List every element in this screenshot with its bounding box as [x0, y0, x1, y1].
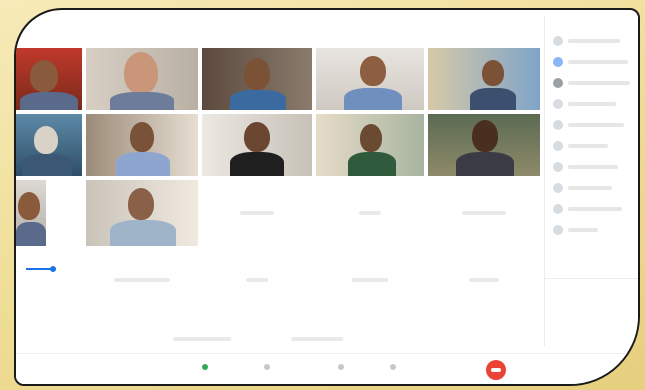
- participant-list-item[interactable]: [545, 219, 638, 240]
- participants-panel-header: [545, 16, 638, 30]
- participant-list-item[interactable]: [545, 135, 638, 156]
- participant-video-tile[interactable]: [202, 114, 312, 176]
- participant-video-tile[interactable]: [428, 48, 540, 110]
- participant-list-item[interactable]: [545, 72, 638, 93]
- participant-name-tile[interactable]: [86, 250, 198, 310]
- participant-video-tile[interactable]: [16, 48, 82, 110]
- participant-name-tile[interactable]: [428, 180, 540, 246]
- avatar: [553, 203, 563, 214]
- participant-video-tile[interactable]: [86, 48, 198, 110]
- meeting-window: [14, 8, 640, 386]
- meeting-controls-bar: [16, 353, 638, 384]
- volume-slider-knob[interactable]: [50, 266, 56, 272]
- participant-list-item[interactable]: [545, 51, 638, 72]
- participant-list-item[interactable]: [545, 114, 638, 135]
- captions-icon: [338, 364, 344, 370]
- participant-video-tile[interactable]: [428, 114, 540, 176]
- participant-name-tile[interactable]: [202, 180, 312, 246]
- participant-video-tile[interactable]: [316, 48, 424, 110]
- avatar: [553, 35, 563, 46]
- mic-button[interactable]: [202, 364, 212, 370]
- participant-list-item[interactable]: [545, 156, 638, 177]
- participant-video-tile[interactable]: [86, 114, 198, 176]
- participant-name-tile[interactable]: [316, 250, 424, 310]
- participant-name-tile[interactable]: [428, 250, 540, 310]
- participant-name-tile[interactable]: [202, 250, 312, 310]
- present-button[interactable]: [390, 364, 400, 370]
- avatar: [553, 119, 563, 130]
- camera-button[interactable]: [264, 364, 274, 370]
- participant-video-tile[interactable]: [316, 114, 424, 176]
- participant-video-tile[interactable]: [16, 114, 82, 176]
- participant-video-tile[interactable]: [86, 180, 198, 246]
- avatar: [553, 77, 563, 88]
- volume-slider[interactable]: [26, 266, 56, 272]
- participant-list-item[interactable]: [545, 198, 638, 219]
- participant-list-item[interactable]: [545, 177, 638, 198]
- avatar: [553, 140, 563, 151]
- camera-icon: [264, 364, 270, 370]
- avatar: [553, 56, 563, 67]
- avatar: [553, 224, 563, 235]
- avatar: [553, 98, 563, 109]
- end-call-button[interactable]: [486, 360, 506, 380]
- participant-name-tile[interactable]: [316, 180, 424, 246]
- participant-video-tile[interactable]: [202, 48, 312, 110]
- participant-list-item[interactable]: [545, 30, 638, 51]
- avatar: [553, 161, 563, 172]
- captions-button[interactable]: [338, 364, 348, 370]
- present-icon: [390, 364, 396, 370]
- participant-video-tile[interactable]: [16, 180, 46, 246]
- avatar: [553, 182, 563, 193]
- mic-icon: [202, 364, 208, 370]
- participant-list-item[interactable]: [545, 93, 638, 114]
